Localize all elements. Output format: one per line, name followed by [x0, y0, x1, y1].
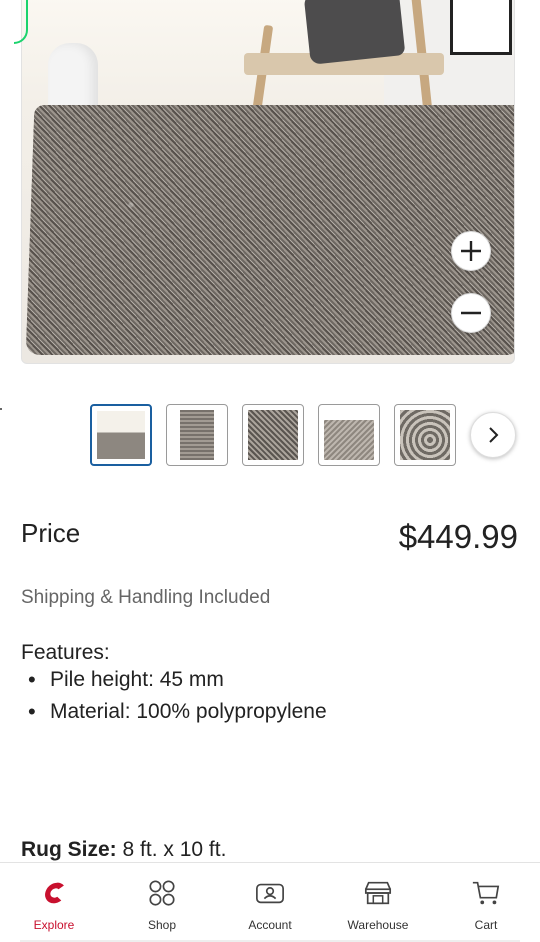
feature-item: • Material: 100% polypropylene — [28, 700, 327, 732]
nav-label: Account — [248, 918, 292, 932]
nav-shop[interactable]: Shop — [108, 863, 216, 942]
zoom-out-button[interactable] — [451, 293, 491, 333]
minus-icon — [461, 311, 481, 315]
cart-icon — [470, 877, 502, 909]
image-pillow — [303, 0, 406, 65]
rug-size-row: Rug Size: 8 ft. x 10 ft. — [21, 838, 226, 862]
bullet-icon: • — [28, 699, 36, 724]
image-wall-art — [450, 0, 512, 55]
price-label: Price — [21, 518, 81, 548]
features-list: • Pile height: 45 mm • Material: 100% poly… — [28, 668, 327, 732]
nav-warehouse[interactable]: Warehouse — [324, 863, 432, 942]
thumbnail-strip — [0, 404, 540, 466]
thumbnail-image — [324, 410, 374, 460]
nav-label: Explore — [33, 918, 75, 932]
bullet-icon: • — [28, 667, 36, 692]
thumbnail-image — [248, 410, 298, 460]
grid-circles-icon — [146, 877, 178, 909]
zoom-in-button[interactable] — [451, 231, 491, 271]
warehouse-icon — [362, 877, 394, 909]
thumbnail-image — [180, 410, 214, 460]
rug-size-value: 8 ft. x 10 ft. — [122, 838, 227, 861]
costco-c-icon — [38, 877, 70, 909]
nav-label: Cart — [474, 918, 498, 932]
nav-label: Shop — [147, 918, 177, 932]
thumbnail-4[interactable] — [318, 404, 380, 466]
image-rug — [25, 105, 514, 355]
shipping-note: Shipping & Handling Included — [21, 587, 271, 608]
thumbnail-3[interactable] — [242, 404, 304, 466]
nav-cart[interactable]: Cart — [432, 863, 540, 942]
nav-label: Warehouse — [347, 918, 409, 932]
features-title: Features: — [21, 641, 110, 664]
rug-size-label: Rug Size: — [21, 838, 117, 861]
thumbnail-1[interactable] — [90, 404, 152, 466]
thumbnail-next-button[interactable] — [470, 412, 516, 458]
price-value: $449.99 — [398, 518, 518, 555]
chevron-right-icon — [489, 427, 499, 443]
product-main-image[interactable] — [21, 0, 515, 364]
thumbnail-image — [97, 411, 145, 459]
plus-icon — [461, 241, 481, 261]
thumbnail-2[interactable] — [166, 404, 228, 466]
bottom-nav: Explore Shop Account Warehouse Cart — [0, 862, 540, 942]
nav-explore[interactable]: Explore — [0, 863, 108, 942]
feature-item: • Pile height: 45 mm — [28, 668, 327, 700]
nav-account[interactable]: Account — [216, 863, 324, 942]
thumbnail-5[interactable] — [394, 404, 456, 466]
account-card-icon — [254, 877, 286, 909]
thumbnail-image — [400, 410, 450, 460]
